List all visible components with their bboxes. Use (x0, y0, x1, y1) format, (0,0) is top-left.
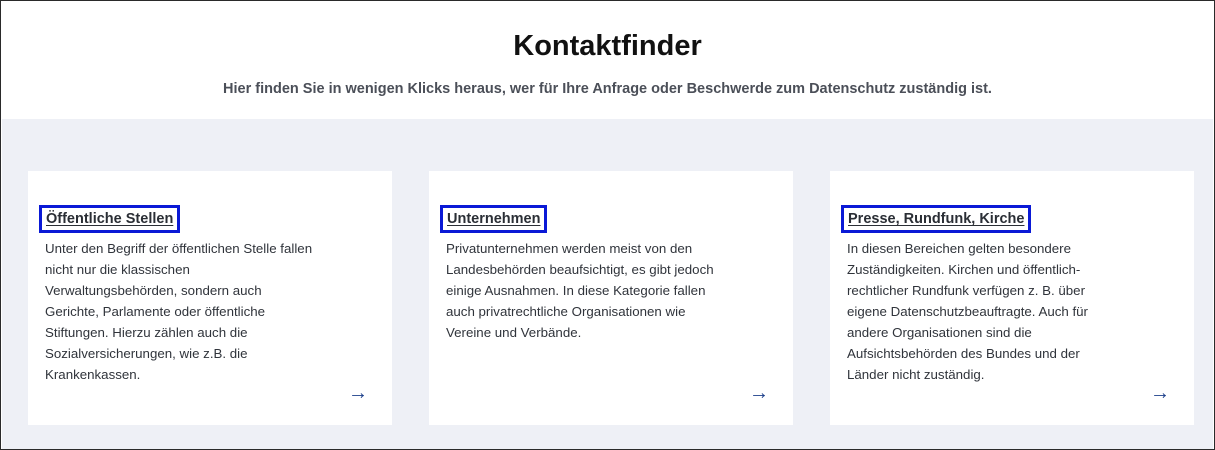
card-unternehmen[interactable]: Unternehmen Privatunternehmen werden mei… (429, 171, 793, 425)
arrow-right-icon[interactable]: → (749, 383, 769, 403)
page-header: Kontaktfinder Hier finden Sie in wenigen… (2, 2, 1213, 119)
arrow-right-icon[interactable]: → (1150, 383, 1170, 403)
card-title-link[interactable]: Öffentliche Stellen (38, 205, 181, 233)
card-description: In diesen Bereichen gelten besondere Zus… (847, 241, 1088, 382)
card-title-link[interactable]: Presse, Rundfunk, Kirche (840, 205, 1032, 233)
page-subtitle: Hier finden Sie in wenigen Klicks heraus… (223, 81, 992, 97)
page-title: Kontaktfinder (513, 30, 702, 62)
page-frame: Kontaktfinder Hier finden Sie in wenigen… (0, 0, 1215, 450)
arrow-right-icon[interactable]: → (348, 383, 368, 403)
contact-finder-section: Öffentliche Stellen Unter den Begriff de… (2, 119, 1213, 449)
card-oeffentliche-stellen[interactable]: Öffentliche Stellen Unter den Begriff de… (28, 171, 392, 425)
card-description: Unter den Begriff der öffentlichen Stell… (45, 241, 313, 382)
card-presse-rundfunk-kirche[interactable]: Presse, Rundfunk, Kirche In diesen Berei… (830, 171, 1194, 425)
card-description: Privatunternehmen werden meist von den L… (446, 241, 714, 340)
card-title-link[interactable]: Unternehmen (439, 205, 548, 233)
